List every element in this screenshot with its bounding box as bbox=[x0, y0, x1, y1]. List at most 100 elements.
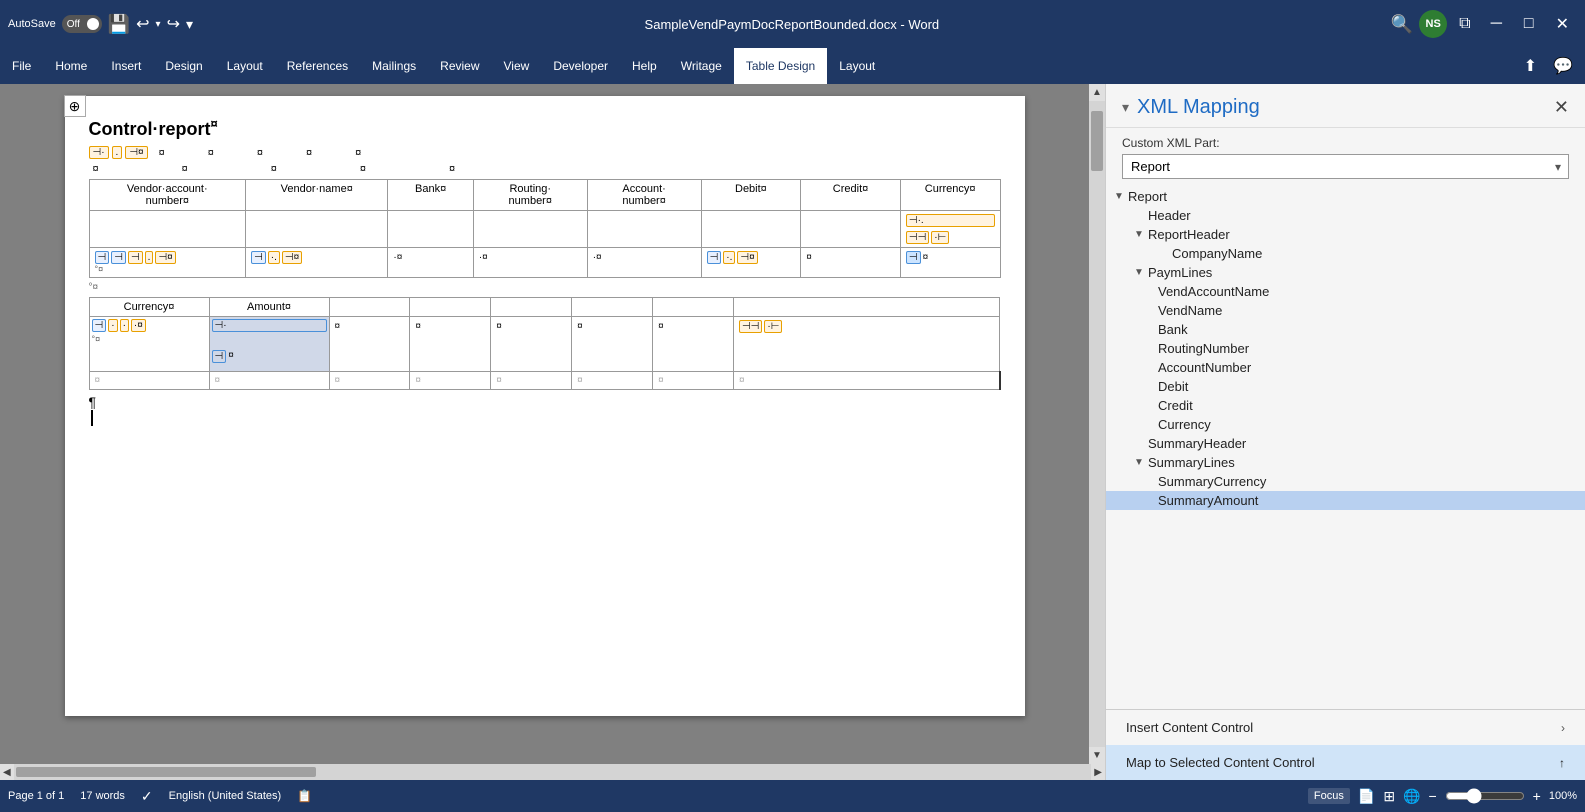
menu-item-design[interactable]: Design bbox=[153, 48, 214, 84]
tree-item-routingnumber[interactable]: RoutingNumber bbox=[1106, 339, 1585, 358]
track-changes-icon[interactable]: 📋 bbox=[297, 789, 312, 803]
cc-orange9[interactable]: ·. bbox=[723, 251, 735, 264]
share-icon[interactable]: ⬆ bbox=[1520, 54, 1541, 78]
h-scroll-thumb[interactable] bbox=[16, 767, 316, 777]
tree-item-currency[interactable]: Currency bbox=[1106, 415, 1585, 434]
tree-item-credit[interactable]: Credit bbox=[1106, 396, 1585, 415]
cc-orange3[interactable]: ⊣¤ bbox=[125, 146, 147, 159]
cc-orange2[interactable]: . bbox=[112, 146, 123, 159]
xml-collapse-arrow[interactable]: ▾ bbox=[1122, 99, 1129, 116]
cc-orange1[interactable]: ⊣· bbox=[89, 146, 109, 159]
ctx-map-to-selected[interactable]: Map to Selected Content Control ↑ bbox=[1106, 745, 1585, 780]
menu-item-mailings[interactable]: Mailings bbox=[360, 48, 428, 84]
tree-item-summaryamount[interactable]: SummaryAmount bbox=[1106, 491, 1585, 510]
tree-item-debit[interactable]: Debit bbox=[1106, 377, 1585, 396]
document-scroll[interactable]: ⊕ Control·report¤ ⊣· . ⊣¤ ¤ ¤ ¤ bbox=[0, 84, 1105, 764]
cc-bottom1[interactable]: ⊣⊣ bbox=[906, 231, 929, 244]
menu-item-file[interactable]: File bbox=[0, 48, 43, 84]
cc-blue5[interactable]: ⊣ bbox=[906, 251, 921, 264]
tree-item-bank[interactable]: Bank bbox=[1106, 320, 1585, 339]
menu-item-layout[interactable]: Layout bbox=[215, 48, 275, 84]
zoom-out-icon[interactable]: − bbox=[1428, 788, 1436, 804]
xml-close-btn[interactable]: ✕ bbox=[1554, 97, 1569, 118]
scroll-track[interactable] bbox=[1089, 101, 1105, 747]
cc-orange10[interactable]: ⊣¤ bbox=[737, 251, 757, 264]
vertical-scrollbar[interactable]: ▲ ▼ bbox=[1089, 84, 1105, 764]
cc-orange7[interactable]: ·. bbox=[268, 251, 280, 264]
read-view-icon[interactable]: 📄 bbox=[1358, 788, 1375, 805]
cc-blue4[interactable]: ⊣ bbox=[707, 251, 722, 264]
menu-item-home[interactable]: Home bbox=[43, 48, 99, 84]
tree-item-companyname[interactable]: CompanyName bbox=[1106, 244, 1585, 263]
minimize-icon[interactable]: ─ bbox=[1483, 13, 1510, 35]
tree-item-report[interactable]: ▼ Report bbox=[1106, 187, 1585, 206]
cc-blue3[interactable]: ⊣ bbox=[251, 251, 266, 264]
tree-item-paymlines[interactable]: ▼ PaymLines bbox=[1106, 263, 1585, 282]
tree-item-summaryheader[interactable]: SummaryHeader bbox=[1106, 434, 1585, 453]
autosave-toggle[interactable]: Off bbox=[62, 15, 102, 33]
language[interactable]: English (United States) bbox=[169, 790, 282, 802]
move-handle[interactable]: ⊕ bbox=[64, 95, 86, 117]
h-scroll-track[interactable] bbox=[14, 764, 1092, 780]
cc-sum-orange1[interactable]: · bbox=[108, 319, 117, 332]
cc-selected-amount[interactable]: ⊣· ⊣ ¤ bbox=[212, 319, 327, 363]
zoom-slider[interactable] bbox=[1445, 788, 1525, 804]
tree-item-reportheader[interactable]: ▼ ReportHeader bbox=[1106, 225, 1585, 244]
menu-item-help[interactable]: Help bbox=[620, 48, 669, 84]
cc-currency-top[interactable]: ⊣·. bbox=[906, 214, 995, 227]
xml-tree: ▼ Report Header ▼ ReportHeader bbox=[1106, 183, 1585, 780]
tree-item-summarylines[interactable]: ▼ SummaryLines bbox=[1106, 453, 1585, 472]
undo-dropdown-icon[interactable]: ▾ bbox=[156, 19, 161, 30]
menu-item-insert[interactable]: Insert bbox=[99, 48, 153, 84]
scroll-thumb[interactable] bbox=[1091, 111, 1103, 171]
tree-item-accountnumber[interactable]: AccountNumber bbox=[1106, 358, 1585, 377]
tree-item-vendaccountname[interactable]: VendAccountName bbox=[1106, 282, 1585, 301]
scroll-right-arrow[interactable]: ▶ bbox=[1091, 764, 1105, 781]
save-icon[interactable]: 💾 bbox=[108, 14, 130, 35]
redo-icon[interactable]: ↪ bbox=[167, 14, 180, 34]
tree-item-summarycurrency[interactable]: SummaryCurrency bbox=[1106, 472, 1585, 491]
cc-end1[interactable]: ⊣⊣ bbox=[739, 320, 762, 333]
horizontal-scrollbar[interactable]: ◀ ▶ bbox=[0, 764, 1105, 780]
maximize-icon[interactable]: □ bbox=[1516, 13, 1542, 35]
scroll-left-arrow[interactable]: ◀ bbox=[0, 764, 14, 781]
print-layout-icon[interactable]: ⊞ bbox=[1383, 788, 1395, 805]
cc-orange8[interactable]: ⊣¤ bbox=[282, 251, 302, 264]
cc-blue2[interactable]: ⊣ bbox=[111, 251, 126, 264]
menu-item-layout2[interactable]: Layout bbox=[827, 48, 887, 84]
menu-item-view[interactable]: View bbox=[492, 48, 542, 84]
cc-orange4[interactable]: ⊣ bbox=[128, 251, 143, 264]
menu-item-developer[interactable]: Developer bbox=[541, 48, 620, 84]
cc-blue1[interactable]: ⊣ bbox=[95, 251, 110, 264]
cc-end2[interactable]: ·⊢ bbox=[764, 320, 782, 333]
cc-sum-blue1[interactable]: ⊣ bbox=[92, 319, 107, 332]
xml-part-select[interactable]: Report bbox=[1122, 154, 1569, 179]
tree-item-vendname[interactable]: VendName bbox=[1106, 301, 1585, 320]
customize-icon[interactable]: ▾ bbox=[186, 16, 193, 33]
undo-icon[interactable]: ↩ bbox=[136, 14, 149, 34]
menu-item-review[interactable]: Review bbox=[428, 48, 491, 84]
tree-item-header[interactable]: Header bbox=[1106, 206, 1585, 225]
restore-icon[interactable]: ⧉ bbox=[1453, 13, 1476, 35]
cc-sum-orange3[interactable]: ·¤ bbox=[131, 319, 146, 332]
header-controls-row: ⊣· . ⊣¤ ¤ ¤ ¤ ¤ ¤ bbox=[89, 146, 1001, 159]
cc-orange5[interactable]: . bbox=[145, 251, 154, 264]
search-icon[interactable]: 🔍 bbox=[1391, 14, 1413, 35]
ctx-insert-content-control[interactable]: Insert Content Control › bbox=[1106, 710, 1585, 745]
cc-orange6[interactable]: ⊣¤ bbox=[155, 251, 175, 264]
scroll-down-arrow[interactable]: ▼ bbox=[1089, 747, 1105, 764]
menu-item-table-design[interactable]: Table Design bbox=[734, 48, 827, 84]
focus-btn[interactable]: Focus bbox=[1308, 788, 1350, 804]
proofing-icon[interactable]: ✓ bbox=[141, 788, 153, 805]
menu-item-references[interactable]: References bbox=[275, 48, 360, 84]
close-icon[interactable]: ✕ bbox=[1548, 12, 1577, 36]
zoom-in-icon[interactable]: + bbox=[1533, 788, 1541, 804]
cc-bottom2[interactable]: ·⊢ bbox=[931, 231, 949, 244]
menu-item-writage[interactable]: Writage bbox=[669, 48, 734, 84]
cc-sel2[interactable]: ⊣ bbox=[212, 350, 227, 363]
scroll-up-arrow[interactable]: ▲ bbox=[1089, 84, 1105, 101]
avatar[interactable]: NS bbox=[1419, 10, 1447, 38]
web-layout-icon[interactable]: 🌐 bbox=[1403, 788, 1420, 805]
comment-icon[interactable]: 💬 bbox=[1549, 54, 1577, 78]
cc-sum-orange2[interactable]: · bbox=[120, 319, 129, 332]
